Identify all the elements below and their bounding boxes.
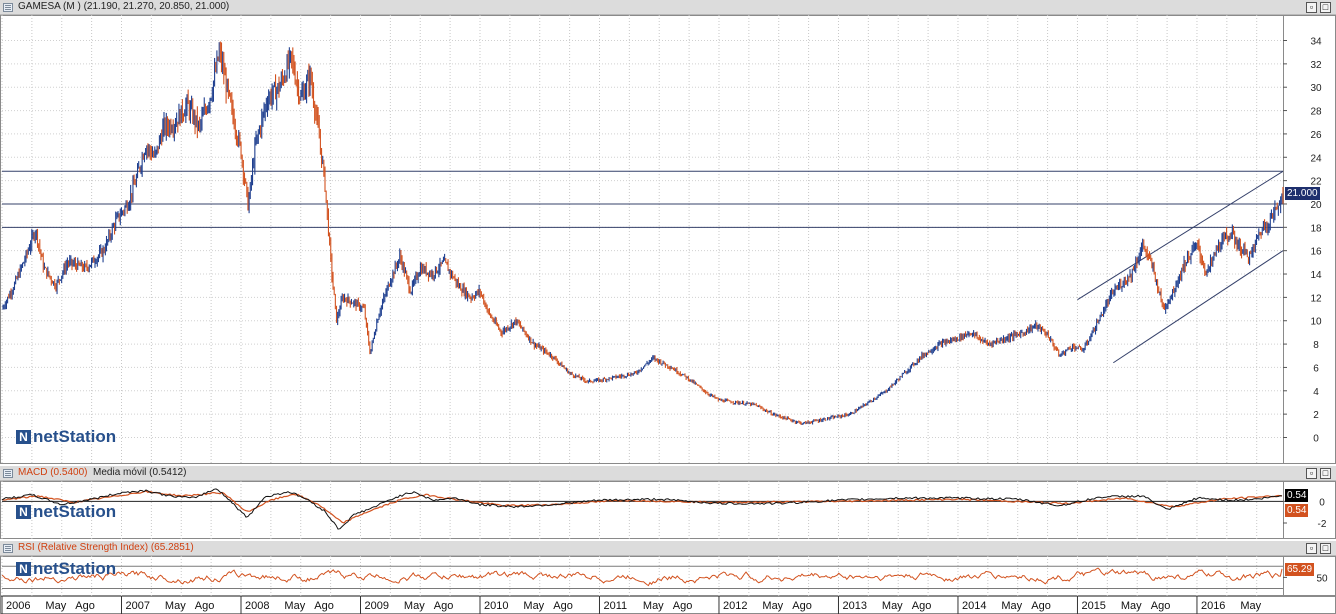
netstation-logo-icon: N bbox=[16, 505, 31, 519]
rsi-value-badge: 65.29 bbox=[1285, 563, 1315, 576]
panel-list-icon[interactable] bbox=[3, 3, 13, 12]
x-axis-tick-label: May bbox=[45, 600, 66, 612]
rsi-y-tick-label: 50 bbox=[1316, 573, 1328, 584]
x-axis-tick-label: May bbox=[284, 600, 305, 612]
macd-frame bbox=[0, 481, 1336, 539]
x-axis-tick-label: May bbox=[1001, 600, 1022, 612]
price-y-tick-label: 2 bbox=[1313, 410, 1319, 421]
macd-label: MACD (0.5400) bbox=[18, 467, 88, 478]
netstation-logo-text: netStation bbox=[33, 502, 117, 521]
price-y-tick-label: 30 bbox=[1310, 83, 1322, 94]
rsi-panel-title: RSI (Relative Strength Index) (65.2851) bbox=[18, 542, 194, 553]
x-axis-tick-label: 2009 bbox=[364, 600, 388, 612]
rsi-frame bbox=[0, 556, 1336, 596]
price-ohlc-label: (21.190, 21.270, 20.850, 21.000) bbox=[83, 1, 230, 12]
price-y-tick-label: 0 bbox=[1313, 433, 1319, 444]
rsi-chart-svg[interactable]: 50 bbox=[0, 556, 1336, 596]
price-y-tick-label: 26 bbox=[1310, 130, 1322, 141]
netstation-logo-text: netStation bbox=[33, 559, 117, 578]
price-panel-titlebar: GAMESA (M ) (21.190, 21.270, 20.850, 21.… bbox=[0, 0, 1336, 15]
x-axis-tick-label: Ago bbox=[434, 600, 454, 612]
x-axis-tick-label: May bbox=[1240, 600, 1261, 612]
macd-panel-title: MACD (0.5400) Media móvil (0.5412) bbox=[18, 467, 186, 478]
x-axis-tick-label: Ago bbox=[1031, 600, 1051, 612]
maximize-button[interactable]: □ bbox=[1320, 543, 1331, 554]
price-y-tick-label: 22 bbox=[1310, 177, 1322, 188]
price-y-tick-label: 16 bbox=[1310, 247, 1322, 258]
macd-chart[interactable]: 0 -2 bbox=[0, 481, 1336, 539]
macd-y-tick-label: 0 bbox=[1319, 497, 1325, 508]
x-axis-tick-label: 2016 bbox=[1201, 600, 1225, 612]
macd-signal-badge: 0.54 bbox=[1285, 504, 1309, 517]
price-symbol-label: GAMESA (M ) bbox=[18, 1, 81, 12]
rsi-panel-titlebar: RSI (Relative Strength Index) (65.2851) … bbox=[0, 541, 1336, 556]
price-y-tick-label: 12 bbox=[1310, 293, 1322, 304]
x-axis-tick-label: Ago bbox=[553, 600, 573, 612]
x-axis-tick-label: 2014 bbox=[962, 600, 986, 612]
panel-list-icon[interactable] bbox=[3, 544, 13, 553]
price-y-tick-label: 20 bbox=[1310, 200, 1322, 211]
x-axis-tick-label: 2010 bbox=[484, 600, 508, 612]
price-y-tick-label: 8 bbox=[1313, 340, 1319, 351]
price-y-tick-label: 6 bbox=[1313, 363, 1319, 374]
restore-button[interactable]: ▫ bbox=[1306, 543, 1317, 554]
rsi-label: RSI (Relative Strength Index) (65.2851) bbox=[18, 542, 194, 553]
x-axis-tick-label: 2011 bbox=[603, 600, 627, 612]
x-axis-tick-label: May bbox=[1121, 600, 1142, 612]
netstation-logo-text: netStation bbox=[33, 427, 117, 446]
netstation-logo-icon: N bbox=[16, 430, 31, 444]
rsi-chart[interactable]: 50 bbox=[0, 556, 1336, 596]
price-frame bbox=[0, 15, 1336, 464]
x-axis-tick-label: Ago bbox=[792, 600, 812, 612]
x-axis-tick-label: Ago bbox=[195, 600, 215, 612]
x-axis: 2006 May Ago 2007 May Ago 2008 May Ago 2009 May Ago… bbox=[0, 596, 1336, 614]
x-axis-tick-label: 2015 bbox=[1081, 600, 1105, 612]
x-axis-tick-label: 2008 bbox=[245, 600, 269, 612]
price-y-tick-label: 4 bbox=[1313, 387, 1319, 398]
x-axis-tick-label: Ago bbox=[75, 600, 95, 612]
panel-list-icon[interactable] bbox=[3, 469, 13, 478]
price-chart[interactable]: 0 2 4 6 8 10 12 14 16 18 20 22 24 26 28 30 32 34 bbox=[0, 15, 1336, 464]
macd-value-badge: 0.54 bbox=[1285, 489, 1309, 502]
netstation-logo-rsi: NnetStation bbox=[16, 559, 116, 579]
netstation-logo-icon: N bbox=[16, 562, 31, 576]
x-axis-tick-label: 2006 bbox=[6, 600, 30, 612]
netstation-logo-macd: NnetStation bbox=[16, 502, 116, 522]
price-y-tick-label: 28 bbox=[1310, 107, 1322, 118]
macd-y-tick-label: -2 bbox=[1318, 519, 1327, 530]
last-price-badge: 21.000 bbox=[1285, 187, 1320, 200]
x-axis-tick-label: Ago bbox=[912, 600, 932, 612]
price-y-tick-label: 34 bbox=[1310, 37, 1322, 48]
macd-ma-label: Media móvil (0.5412) bbox=[93, 467, 187, 478]
x-axis-tick-label: Ago bbox=[314, 600, 334, 612]
maximize-button[interactable]: □ bbox=[1320, 2, 1331, 13]
netstation-logo-price: NnetStation bbox=[16, 427, 116, 447]
x-axis-tick-label: Ago bbox=[673, 600, 693, 612]
price-y-tick-label: 14 bbox=[1310, 270, 1322, 281]
x-axis-tick-label: 2007 bbox=[125, 600, 149, 612]
x-axis-tick-label: May bbox=[523, 600, 544, 612]
price-y-tick-label: 10 bbox=[1310, 317, 1322, 328]
x-axis-tick-label: May bbox=[882, 600, 903, 612]
x-axis-tick-label: May bbox=[643, 600, 664, 612]
price-y-tick-label: 32 bbox=[1310, 60, 1322, 71]
price-chart-svg[interactable]: 0246810121416182022242628303234 bbox=[0, 15, 1336, 464]
price-y-tick-label: 18 bbox=[1310, 223, 1322, 234]
x-axis-tick-label: 2012 bbox=[723, 600, 747, 612]
x-axis-tick-label: May bbox=[165, 600, 186, 612]
x-axis-tick-label: Ago bbox=[1151, 600, 1171, 612]
maximize-button[interactable]: □ bbox=[1320, 468, 1331, 479]
x-axis-tick-label: May bbox=[404, 600, 425, 612]
price-y-tick-label: 24 bbox=[1310, 153, 1322, 164]
restore-button[interactable]: ▫ bbox=[1306, 2, 1317, 13]
x-axis-tick-label: May bbox=[762, 600, 783, 612]
macd-chart-svg[interactable]: 0 -2 bbox=[0, 481, 1336, 539]
restore-button[interactable]: ▫ bbox=[1306, 468, 1317, 479]
macd-panel-titlebar: MACD (0.5400) Media móvil (0.5412) ▫ □ bbox=[0, 466, 1336, 481]
price-panel-title: GAMESA (M ) (21.190, 21.270, 20.850, 21.… bbox=[18, 1, 229, 12]
x-axis-tick-label: 2013 bbox=[842, 600, 866, 612]
x-axis-svg: 2006 May Ago 2007 May Ago 2008 May Ago 2009 May Ago… bbox=[0, 596, 1336, 614]
